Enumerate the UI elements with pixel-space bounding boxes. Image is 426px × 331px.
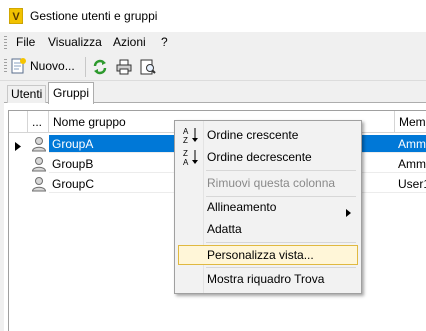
group-user-icon [31, 176, 47, 192]
tab-gruppi[interactable]: Gruppi [48, 82, 95, 104]
menu-separator [206, 267, 356, 268]
menu-grip[interactable] [4, 36, 7, 50]
group-members-cell[interactable]: User1 [395, 175, 426, 193]
menu-item-sort-ascending[interactable]: A Z Ordine crescente [178, 125, 358, 145]
menu-item-label: Ordine crescente [207, 128, 299, 142]
context-menu: A Z Ordine crescente Z A Ordine decresce… [174, 120, 362, 294]
menu-item-label: Adatta [207, 222, 242, 236]
column-header-select[interactable]: ... [28, 111, 49, 133]
svg-text:A: A [183, 127, 189, 136]
group-members-cell[interactable]: Amm [395, 155, 426, 173]
menu-separator [206, 170, 356, 171]
current-row-arrow-icon [15, 140, 21, 154]
print-preview-icon[interactable] [139, 58, 157, 76]
menu-item-label: Mostra riquadro Trova [207, 272, 325, 286]
menu-item-label: Rimuovi questa colonna [207, 176, 336, 190]
row-header-corner [9, 111, 28, 133]
svg-text:Z: Z [183, 149, 188, 158]
table-row[interactable] [28, 135, 49, 153]
new-button[interactable]: Nuovo... [9, 56, 75, 76]
menu-item-label: Ordine decrescente [207, 150, 312, 164]
toolbar-separator [85, 57, 86, 77]
new-document-icon [9, 57, 27, 75]
print-icon[interactable] [115, 58, 133, 76]
svg-text:Z: Z [183, 136, 188, 144]
column-header-members[interactable]: Mem [395, 111, 426, 133]
group-members-cell[interactable]: Amm [395, 135, 426, 153]
table-row[interactable] [28, 175, 49, 193]
group-user-icon [31, 136, 47, 152]
svg-text:A: A [183, 158, 189, 166]
sort-descending-icon: Z A [182, 148, 200, 172]
menu-item-alignment[interactable]: Allineamento [178, 197, 358, 217]
toolbar-grip[interactable] [4, 59, 7, 73]
menu-separator [206, 242, 356, 243]
menu-item-show-find-pane[interactable]: Mostra riquadro Trova [178, 269, 358, 289]
window-title: Gestione utenti e gruppi [30, 9, 158, 23]
tab-utenti[interactable]: Utenti [7, 85, 47, 103]
menu-item-fit[interactable]: Adatta [178, 219, 358, 239]
table-row[interactable] [28, 155, 49, 173]
menu-help[interactable]: ? [161, 35, 168, 49]
refresh-icon[interactable] [91, 58, 109, 76]
menu-file[interactable]: File [16, 35, 35, 49]
group-user-icon [31, 156, 47, 172]
menu-item-customize-view[interactable]: Personalizza vista... [178, 245, 358, 265]
menu-azioni[interactable]: Azioni [113, 35, 146, 49]
app-v-icon[interactable]: V [8, 7, 24, 25]
menu-item-label: Personalizza vista... [207, 248, 314, 262]
menu-item-sort-descending[interactable]: Z A Ordine decrescente [178, 147, 358, 167]
svg-text:V: V [12, 11, 20, 23]
menu-item-label: Allineamento [207, 200, 277, 214]
menu-item-remove-column[interactable]: Rimuovi questa colonna [178, 173, 358, 193]
new-button-label: Nuovo... [30, 59, 75, 73]
menu-visualizza[interactable]: Visualizza [48, 35, 102, 49]
